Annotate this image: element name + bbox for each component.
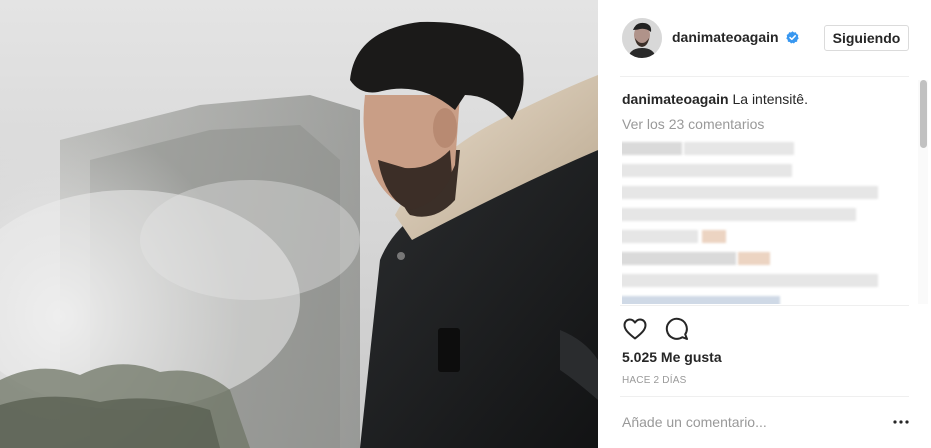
caption-username[interactable]: danimateoagain [622, 91, 729, 107]
comments-scrollbar-thumb[interactable] [920, 80, 927, 148]
post-actions [622, 316, 690, 342]
following-button[interactable]: Siguiendo [824, 25, 909, 51]
avatar[interactable] [622, 18, 662, 58]
comments-section: danimateoagain La intensitê. Ver los 23 … [622, 90, 916, 304]
divider [620, 396, 909, 397]
caption: danimateoagain La intensitê. [622, 90, 916, 108]
post-timestamp: HACE 2 DÍAS [622, 375, 687, 386]
likes-count[interactable]: 5.025 Me gusta [622, 349, 722, 365]
divider [620, 305, 909, 306]
add-comment-input[interactable] [622, 410, 872, 434]
blurred-comments [622, 142, 882, 304]
heart-icon[interactable] [622, 316, 648, 342]
post-details-panel: danimateoagain Siguiendo danimateoagain … [598, 0, 931, 448]
verified-badge-icon [786, 31, 799, 44]
divider [620, 76, 909, 77]
comment-icon[interactable] [664, 316, 690, 342]
photo-image [0, 0, 598, 448]
post-photo[interactable] [0, 0, 598, 448]
post-header: danimateoagain Siguiendo [598, 0, 931, 76]
caption-text: La intensitê. [728, 91, 808, 107]
username-link[interactable]: danimateoagain [672, 29, 779, 45]
more-options-icon[interactable] [890, 412, 912, 432]
view-all-comments-link[interactable]: Ver los 23 comentarios [622, 116, 916, 132]
